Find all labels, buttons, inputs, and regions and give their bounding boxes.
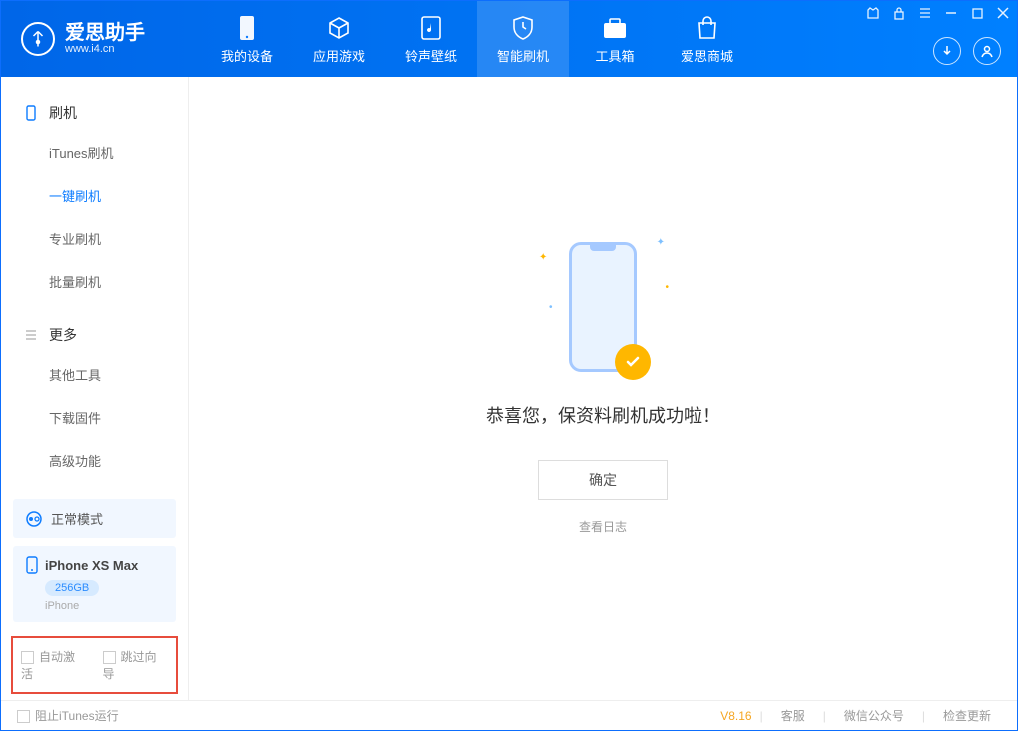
phone-outline-icon — [23, 105, 39, 121]
app-logo-icon — [21, 22, 55, 56]
download-button[interactable] — [933, 37, 961, 65]
device-type: iPhone — [45, 600, 164, 612]
nav-tabs: 我的设备 应用游戏 铃声壁纸 智能刷机 工具箱 爱思商城 — [201, 1, 753, 77]
nav-tab-flash[interactable]: 智能刷机 — [477, 1, 569, 77]
highlighted-checkbox-row: 自动激活 跳过向导 — [11, 636, 178, 694]
header: 爱思助手 www.i4.cn 我的设备 应用游戏 铃声壁纸 智能刷机 工具箱 爱… — [1, 1, 1017, 77]
sidebar-item-pro[interactable]: 专业刷机 — [1, 217, 188, 260]
sidebar-item-tools[interactable]: 其他工具 — [1, 353, 188, 396]
nav-tab-store[interactable]: 爱思商城 — [661, 1, 753, 77]
ok-button[interactable]: 确定 — [538, 460, 668, 500]
menu-icon[interactable] — [917, 5, 933, 21]
success-illustration: ✦ • ✦ • — [569, 242, 637, 372]
maximize-button[interactable] — [969, 5, 985, 21]
footer-link-update[interactable]: 检查更新 — [933, 707, 1001, 724]
sidebar-item-advanced[interactable]: 高级功能 — [1, 439, 188, 482]
window-controls — [865, 5, 1011, 21]
block-itunes-checkbox[interactable]: 阻止iTunes运行 — [17, 707, 119, 724]
footer: 阻止iTunes运行 V8.16 | 客服 | 微信公众号 | 检查更新 — [1, 700, 1017, 730]
sidebar-section-flash: 刷机 — [1, 95, 188, 131]
sidebar-item-oneclick[interactable]: 一键刷机 — [1, 174, 188, 217]
view-log-link[interactable]: 查看日志 — [579, 518, 627, 535]
skip-wizard-checkbox[interactable]: 跳过向导 — [103, 648, 169, 682]
mode-icon — [25, 510, 43, 528]
bag-icon — [693, 14, 721, 42]
device-storage-badge: 256GB — [45, 580, 99, 596]
success-message: 恭喜您，保资料刷机成功啦！ — [486, 402, 720, 428]
nav-tab-device[interactable]: 我的设备 — [201, 1, 293, 77]
user-button[interactable] — [973, 37, 1001, 65]
logo-area: 爱思助手 www.i4.cn — [1, 22, 201, 56]
cube-icon — [325, 14, 353, 42]
version-label: V8.16 — [720, 709, 751, 723]
mode-box[interactable]: 正常模式 — [13, 499, 176, 538]
auto-activate-checkbox[interactable]: 自动激活 — [21, 648, 87, 682]
sidebar: 刷机 iTunes刷机 一键刷机 专业刷机 批量刷机 更多 其他工具 下载固件 … — [1, 77, 189, 700]
lock-icon[interactable] — [891, 5, 907, 21]
app-name: 爱思助手 — [65, 23, 145, 43]
nav-tab-ringtone[interactable]: 铃声壁纸 — [385, 1, 477, 77]
main-content: ✦ • ✦ • 恭喜您，保资料刷机成功啦！ 确定 查看日志 — [189, 77, 1017, 700]
footer-link-support[interactable]: 客服 — [771, 707, 815, 724]
phone-icon — [233, 14, 261, 42]
music-file-icon — [417, 14, 445, 42]
close-button[interactable] — [995, 5, 1011, 21]
nav-tab-toolbox[interactable]: 工具箱 — [569, 1, 661, 77]
device-phone-icon — [25, 556, 39, 574]
sidebar-item-itunes[interactable]: iTunes刷机 — [1, 131, 188, 174]
check-circle-icon — [615, 344, 651, 380]
nav-tab-apps[interactable]: 应用游戏 — [293, 1, 385, 77]
app-url: www.i4.cn — [65, 43, 145, 55]
device-box[interactable]: iPhone XS Max 256GB iPhone — [13, 546, 176, 622]
shield-icon — [509, 14, 537, 42]
footer-link-wechat[interactable]: 微信公众号 — [834, 707, 914, 724]
shirt-icon[interactable] — [865, 5, 881, 21]
toolbox-icon — [601, 14, 629, 42]
sidebar-item-firmware[interactable]: 下载固件 — [1, 396, 188, 439]
header-actions — [933, 37, 1001, 65]
minimize-button[interactable] — [943, 5, 959, 21]
sidebar-item-batch[interactable]: 批量刷机 — [1, 260, 188, 303]
sidebar-section-more: 更多 — [1, 317, 188, 353]
list-icon — [23, 327, 39, 343]
